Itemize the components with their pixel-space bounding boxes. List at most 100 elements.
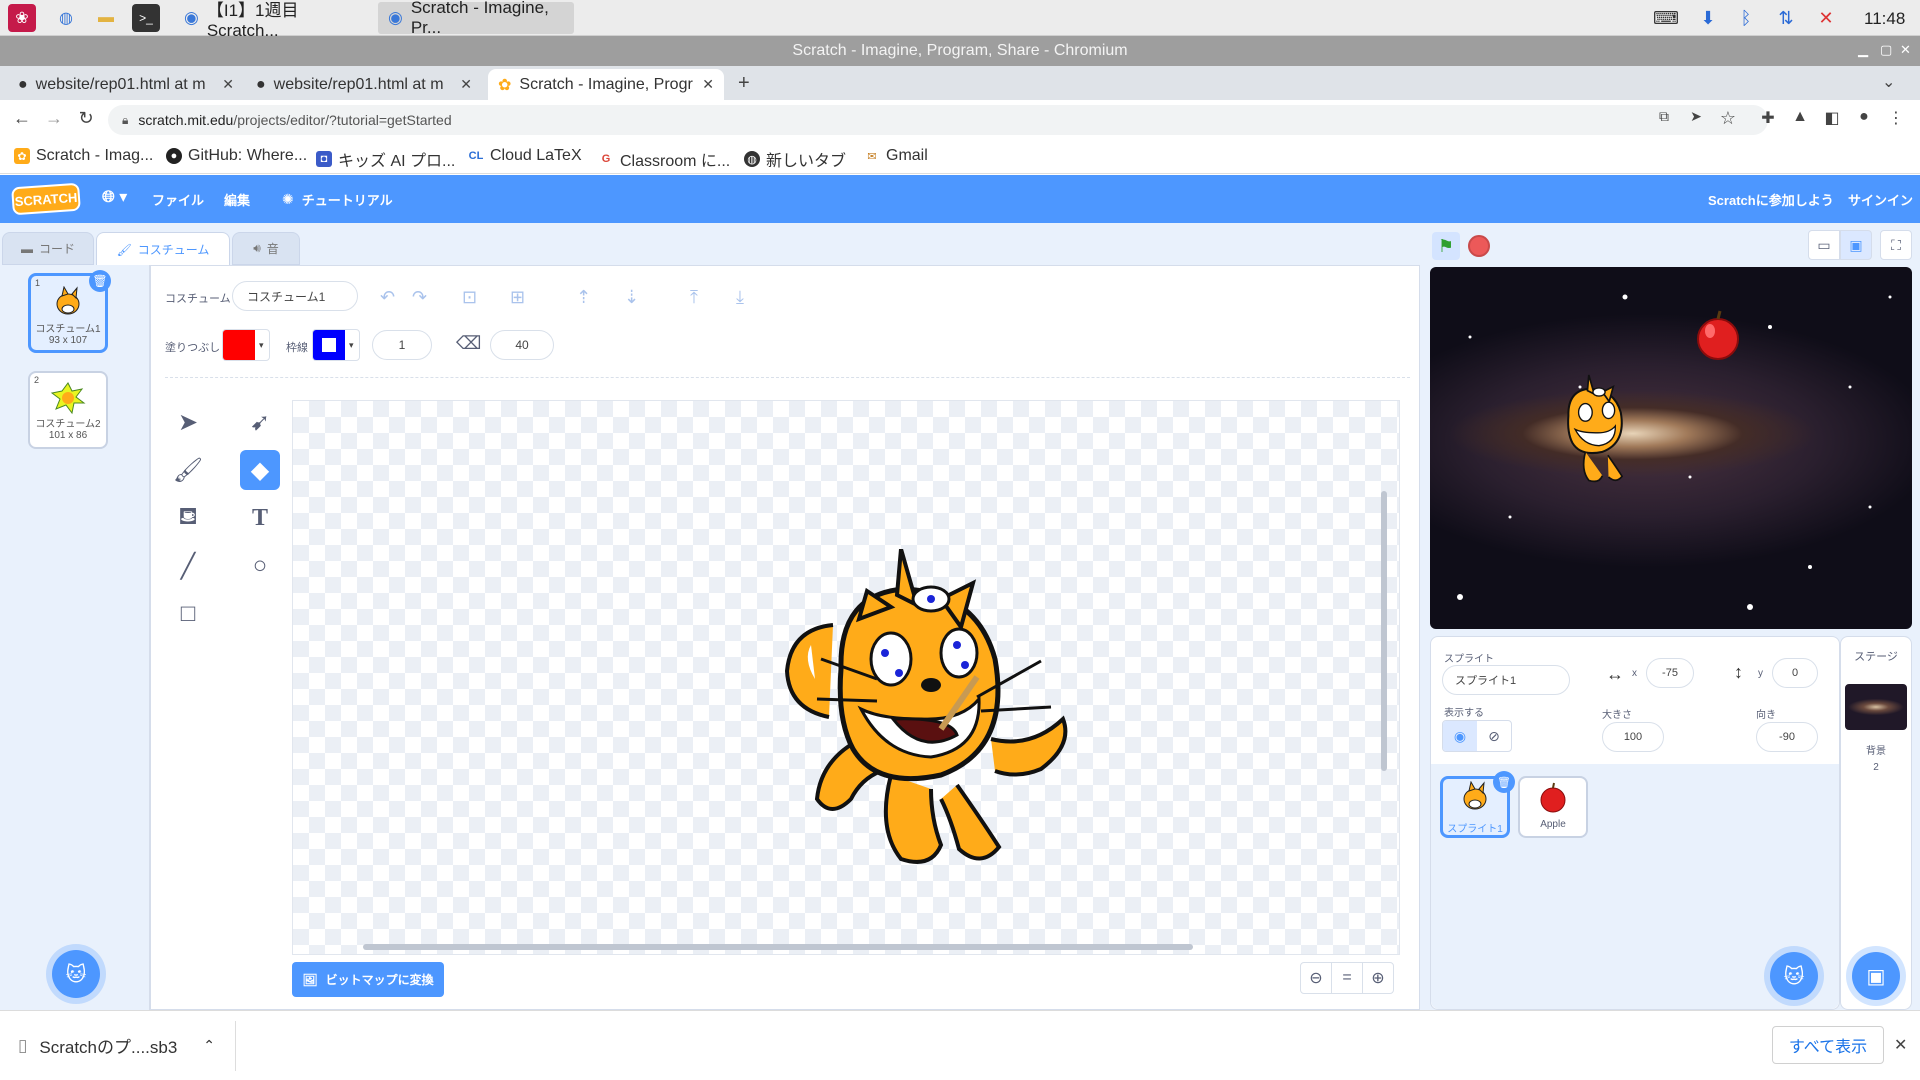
close-tab-icon[interactable]: ✕ (702, 76, 714, 93)
volume-muted-icon[interactable]: ✕ (1814, 6, 1838, 30)
paint-canvas[interactable] (292, 400, 1400, 955)
tab-costume[interactable]: 🖌︎ コスチューム (96, 232, 230, 266)
maximize-icon[interactable]: ▢ (1880, 42, 1892, 58)
file-manager-icon[interactable]: ▬ (92, 4, 120, 32)
show-all-downloads-button[interactable]: すべて表示 (1772, 1026, 1884, 1064)
choose-sprite-button[interactable]: 🐱︎ (1770, 952, 1818, 1000)
join-scratch-link[interactable]: Scratchに参加しよう (1708, 190, 1834, 209)
text-tool-icon[interactable]: T (240, 498, 280, 538)
brush-tool-icon[interactable]: 🖌︎ (168, 450, 208, 490)
x-input[interactable]: -75 (1646, 658, 1694, 688)
forward-icon[interactable]: → (42, 108, 66, 129)
tab-scratch[interactable]: ✿ Scratch - Imagine, Progr ✕ (488, 69, 724, 100)
browser-launcher-icon[interactable]: ◍ (52, 4, 80, 32)
terminal-icon[interactable]: >_ (132, 4, 160, 32)
eraser-tool-icon[interactable]: ◆ (240, 450, 280, 490)
select-tool-icon[interactable]: ➤ (168, 402, 208, 442)
extensions-icon[interactable]: ✚ (1756, 108, 1780, 128)
language-globe-icon[interactable]: 🌐︎ ▾ (102, 187, 127, 207)
send-icon[interactable]: ➤ (1684, 108, 1708, 125)
undo-icon[interactable]: ↶ (380, 287, 395, 308)
large-stage-icon[interactable]: ▣ (1840, 230, 1872, 260)
menu-file[interactable]: ファイル (152, 190, 204, 209)
tab-github-2[interactable]: ● website/rep01.html at m ✕ (246, 69, 482, 100)
bookmark-gmail[interactable]: ✉ Gmail (864, 147, 928, 165)
keyboard-icon[interactable]: ⌨ (1653, 6, 1679, 30)
open-in-app-icon[interactable]: ⧉ (1652, 108, 1676, 125)
bookmark-star-icon[interactable]: ☆ (1716, 108, 1740, 129)
ungroup-icon[interactable]: ⊞ (510, 287, 525, 308)
line-tool-icon[interactable]: ╱ (168, 546, 208, 586)
close-window-icon[interactable]: ✕ (1900, 42, 1911, 58)
sprite-item-apple[interactable]: Apple (1518, 776, 1588, 838)
chevron-up-icon[interactable]: ⌃ (203, 1037, 215, 1054)
bookmark-kids-ai[interactable]: ◘ キッズ AI プロ... (316, 147, 455, 171)
tab-search-icon[interactable]: ⌄ (1882, 72, 1895, 92)
side-panel-icon[interactable]: ◧ (1820, 108, 1844, 128)
backward-layer-icon[interactable]: ⇣ (624, 287, 639, 308)
size-input[interactable]: 100 (1602, 722, 1664, 752)
stroke-width-input[interactable]: 1 (372, 330, 432, 360)
group-icon[interactable]: ⊡ (462, 287, 477, 308)
download-item[interactable]: ▯ Scratchのプ....sb3 ⌃ (18, 1033, 215, 1058)
small-stage-icon[interactable]: ▭ (1808, 230, 1840, 260)
eye-show-icon[interactable]: ◉ (1443, 721, 1477, 751)
fill-tool-icon[interactable]: ⛾ (168, 498, 208, 538)
choose-backdrop-button[interactable]: ▣ (1852, 952, 1900, 1000)
canvas-horizontal-scrollbar[interactable] (363, 944, 1193, 950)
network-icon[interactable]: ⇅ (1774, 6, 1798, 30)
raspberry-menu-icon[interactable]: ❀ (8, 4, 36, 32)
zoom-out-icon[interactable]: ⊖ (1300, 962, 1332, 994)
reshape-tool-icon[interactable]: ➹ (240, 402, 280, 442)
taskbar-task-2[interactable]: ◉ Scratch - Imagine, Pr... (378, 0, 574, 37)
convert-to-bitmap-button[interactable]: 🖼︎ ビットマップに変換 (292, 962, 444, 997)
scratch-logo[interactable]: SCRATCH (11, 182, 81, 216)
delete-sprite-icon[interactable]: 🗑︎ (1493, 771, 1515, 793)
bluetooth-icon[interactable]: ᛒ (1734, 6, 1758, 30)
taskbar-task-1[interactable]: ◉ 【I1】1週目 Scratch... (174, 1, 374, 40)
zoom-reset-button[interactable]: = (1331, 962, 1363, 994)
bookmark-scratch[interactable]: ✿ Scratch - Imag... (14, 147, 153, 165)
tab-github-1[interactable]: ● website/rep01.html at m ✕ (8, 69, 244, 100)
front-layer-icon[interactable]: ⤒ (690, 287, 698, 308)
fullscreen-icon[interactable]: ⛶ (1880, 230, 1912, 260)
lab-icon[interactable]: ▲ (1788, 108, 1812, 126)
bookmark-github[interactable]: ● GitHub: Where... (166, 147, 307, 165)
stage-canvas[interactable] (1430, 267, 1912, 629)
direction-input[interactable]: -90 (1756, 722, 1818, 752)
bookmark-classroom[interactable]: G Classroom に... (598, 147, 730, 171)
back-layer-icon[interactable]: ⤓ (736, 287, 744, 308)
tab-code[interactable]: ▬ コード (2, 232, 94, 265)
tab-sound[interactable]: 🔊︎ 音 (232, 232, 300, 265)
choose-costume-button[interactable]: 🐱︎ (52, 950, 100, 998)
costume-item-1[interactable]: 1 🗑︎ コスチューム1 93 x 107 (28, 270, 111, 353)
y-input[interactable]: 0 (1772, 658, 1818, 688)
close-downloads-icon[interactable]: ✕ (1894, 1035, 1907, 1055)
sprite-name-input[interactable]: スプライト1 (1442, 665, 1570, 695)
green-flag-icon[interactable]: ⚑ (1432, 232, 1460, 260)
delete-costume-icon[interactable]: 🗑︎ (89, 270, 111, 292)
eye-hide-icon[interactable]: ⊘ (1477, 721, 1511, 751)
minimize-icon[interactable]: ▁ (1858, 42, 1868, 58)
menu-kebab-icon[interactable]: ⋮ (1884, 108, 1908, 128)
menu-tutorial[interactable]: ✺ チュートリアル (282, 190, 393, 209)
reload-icon[interactable]: ↻ (74, 108, 98, 129)
bookmark-new-tab[interactable]: ◍ 新しいタブ (744, 147, 846, 171)
close-tab-icon[interactable]: ✕ (460, 76, 472, 93)
costume-name-input[interactable]: コスチューム1 (232, 281, 358, 311)
profile-icon[interactable]: ● (1852, 108, 1876, 126)
redo-icon[interactable]: ↷ (412, 287, 427, 308)
rectangle-tool-icon[interactable]: □ (168, 594, 208, 634)
new-tab-icon[interactable]: + (738, 72, 750, 95)
close-tab-icon[interactable]: ✕ (222, 76, 234, 93)
forward-layer-icon[interactable]: ⇡ (576, 287, 591, 308)
address-bar[interactable]: 🔒︎ scratch.mit.edu/projects/editor/?tuto… (108, 105, 1768, 135)
costume-item-2[interactable]: 2 コスチューム2 101 x 86 (28, 371, 108, 449)
menu-edit[interactable]: 編集 (224, 190, 250, 209)
stop-icon[interactable] (1468, 235, 1490, 257)
canvas-vertical-scrollbar[interactable] (1381, 491, 1387, 771)
download-tray-icon[interactable]: ⬇ (1696, 6, 1720, 30)
stroke-color-picker[interactable]: ▾ (312, 329, 360, 361)
back-icon[interactable]: ← (10, 108, 34, 129)
fill-color-picker[interactable]: ▾ (222, 329, 270, 361)
